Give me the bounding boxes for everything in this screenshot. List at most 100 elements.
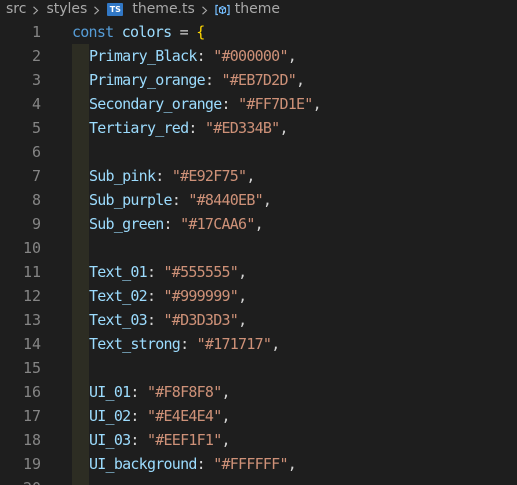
line-number: 6 <box>31 143 41 161</box>
property-value: "#555555" <box>163 263 239 281</box>
property-key: Text_strong <box>89 335 181 353</box>
comma-token: , <box>279 119 288 137</box>
colon-token: : <box>146 287 156 305</box>
variable-token: colors <box>121 23 172 41</box>
breadcrumb-label-src: src <box>6 1 27 17</box>
property-key: Text_03 <box>89 311 148 329</box>
comma-token: , <box>221 431 231 449</box>
comma-token: , <box>254 215 264 233</box>
comma-token: , <box>262 191 272 209</box>
breadcrumb-item-symbol[interactable]: theme <box>215 0 280 19</box>
code-line: 6 <box>0 140 517 164</box>
indent-guide <box>72 404 89 428</box>
indent-guide <box>72 116 89 140</box>
property-value: "#171717" <box>196 335 272 353</box>
code-line: 8 Sub_purple: "#8440EB", <box>0 188 517 212</box>
comma-token: , <box>296 71 305 89</box>
indent-guide <box>72 428 89 452</box>
colon-token: : <box>155 167 164 185</box>
indent-guide <box>72 164 89 188</box>
indent-guide <box>72 332 89 356</box>
brace-token: { <box>196 23 205 41</box>
breadcrumb-item-src[interactable]: src <box>0 0 26 19</box>
property-key: Text_01 <box>89 263 148 281</box>
code-property: Tertiary_red: "#ED334B", <box>89 116 289 140</box>
code-line: 13 Text_03: "#D3D3D3", <box>0 308 517 332</box>
code-property: UI_03: "#EEF1F1", <box>89 428 231 452</box>
line-number: 13 <box>22 311 41 329</box>
line-number: 16 <box>22 383 41 401</box>
comma-token: , <box>246 167 255 185</box>
breadcrumb: src styles TS theme.ts theme <box>0 0 517 19</box>
colon-token: : <box>130 431 139 449</box>
line-number: 19 <box>22 455 41 473</box>
property-key: Sub_green <box>89 215 164 233</box>
property-key: Sub_purple <box>89 191 173 209</box>
line-number: 10 <box>22 239 41 257</box>
indent-guide <box>72 140 89 164</box>
indent-guide <box>72 236 89 260</box>
indent-guide <box>72 44 89 68</box>
line-number: 9 <box>31 215 41 233</box>
code-property: Text_strong: "#171717", <box>89 332 280 356</box>
code-line: 12 Text_02: "#999999", <box>0 284 517 308</box>
code-line: 10 <box>0 236 517 260</box>
code-property: Sub_green: "#17CAA6", <box>89 212 264 236</box>
line-number: 14 <box>22 335 41 353</box>
line-number: 8 <box>31 191 41 209</box>
comma-token: , <box>312 95 322 113</box>
property-key: Secondary_orange <box>89 95 222 113</box>
line-number: 11 <box>22 263 41 281</box>
comma-token: , <box>221 407 231 425</box>
colon-token: : <box>171 191 181 209</box>
property-value: "#EB7D2D" <box>221 71 297 89</box>
code-property: UI_02: "#E4E4E4", <box>89 404 231 428</box>
line-number: 7 <box>31 167 41 185</box>
property-key: UI_02 <box>89 407 131 425</box>
code-line: 11 Text_01: "#555555", <box>0 260 517 284</box>
property-value: "#F8F8F8" <box>146 383 222 401</box>
breadcrumb-item-file[interactable]: TS theme.ts <box>107 0 195 19</box>
colon-token: : <box>196 47 206 65</box>
code-line: 19 UI_background: "#FFFFFF", <box>0 452 517 476</box>
line-number: 2 <box>31 47 41 65</box>
chevron-right-icon <box>201 6 208 15</box>
chevron-right-icon <box>93 6 100 15</box>
indent-guide <box>72 92 89 116</box>
property-key: UI_background <box>89 455 197 473</box>
comma-token: , <box>238 263 247 281</box>
line-number: 20 <box>0 476 41 485</box>
line-number: 4 <box>31 95 41 113</box>
property-value: "#8440EB" <box>188 191 263 209</box>
code-line: 1 const colors = { <box>0 20 517 44</box>
breadcrumb-item-styles[interactable]: styles <box>46 0 87 19</box>
code-line: 7 Sub_pink: "#E92F75", <box>0 164 517 188</box>
property-value: "#E92F75" <box>171 167 247 185</box>
indent-guide <box>72 284 89 308</box>
code-line: 9 Sub_green: "#17CAA6", <box>0 212 517 236</box>
property-key: Tertiary_red <box>89 119 189 137</box>
line-number: 18 <box>22 431 41 449</box>
operator-token: = <box>179 23 189 41</box>
colon-token: : <box>146 263 156 281</box>
line-number: 5 <box>31 119 41 137</box>
indent-guide <box>72 212 89 236</box>
line-number: 12 <box>22 287 41 305</box>
code-property: Primary_Black: "#000000", <box>89 44 297 68</box>
property-key: Primary_Black <box>89 47 197 65</box>
property-key: Sub_pink <box>89 167 156 185</box>
typescript-file-icon: TS <box>107 3 124 16</box>
property-value: "#E4E4E4" <box>146 407 222 425</box>
property-value: "#EEF1F1" <box>146 431 222 449</box>
comma-token: , <box>238 311 247 329</box>
property-value: "#D3D3D3" <box>163 311 239 329</box>
keyword-token: const <box>72 23 114 41</box>
code-line: 15 <box>0 356 517 380</box>
code-property: Sub_pink: "#E92F75", <box>89 164 255 188</box>
property-key: UI_01 <box>89 383 131 401</box>
property-key: Primary_orange <box>89 71 206 89</box>
code-editor[interactable]: 1 const colors = { 2 Primary_Black: "#00000… <box>0 20 517 485</box>
code-line: 4 Secondary_orange: "#FF7D1E", <box>0 92 517 116</box>
colon-token: : <box>163 215 173 233</box>
comma-token: , <box>221 383 231 401</box>
